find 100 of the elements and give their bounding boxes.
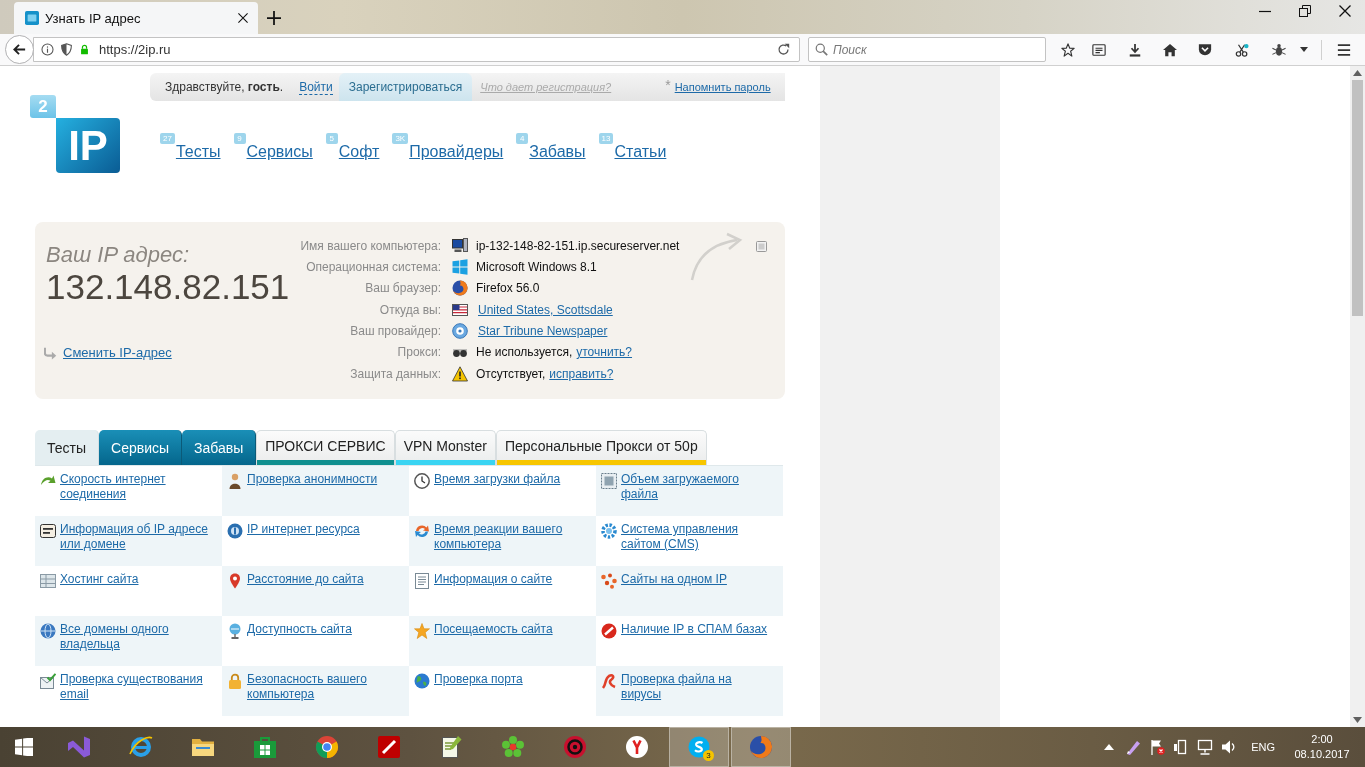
chevron-badge-icon[interactable] bbox=[1198, 42, 1212, 57]
service-link[interactable]: Все домены одного владельца bbox=[60, 622, 214, 652]
close-icon[interactable] bbox=[238, 13, 248, 23]
ring-icon bbox=[129, 735, 153, 759]
language-indicator[interactable]: ENG bbox=[1251, 741, 1275, 753]
detail-label: Операционная система: bbox=[305, 260, 441, 274]
star-icon[interactable] bbox=[1061, 42, 1075, 57]
fork-circle-icon bbox=[625, 735, 649, 759]
detail-value: Отсутствует, bbox=[476, 366, 546, 381]
tab[interactable]: Сервисы bbox=[99, 430, 183, 465]
count-badge: 27 bbox=[160, 133, 175, 144]
tiles-icon bbox=[15, 738, 33, 756]
scrollbar-track[interactable] bbox=[1350, 66, 1365, 727]
login-link[interactable]: Войти bbox=[299, 79, 333, 95]
back-icon bbox=[12, 42, 27, 57]
flag-icon[interactable] bbox=[1149, 739, 1166, 755]
browser-tab[interactable]: Узнать IP адрес bbox=[14, 2, 258, 34]
gear-icon bbox=[601, 523, 617, 539]
service-link[interactable]: Сайты на одном IP bbox=[621, 572, 727, 587]
service-link[interactable]: Проверка анонимности bbox=[247, 472, 378, 487]
home-icon[interactable] bbox=[1163, 42, 1177, 57]
dots-icon bbox=[601, 573, 617, 589]
reload-icon[interactable] bbox=[777, 43, 790, 56]
tab[interactable]: Тесты bbox=[35, 430, 100, 465]
curved-arrow-icon bbox=[689, 232, 744, 282]
lock-icon bbox=[79, 44, 90, 55]
tab[interactable]: Забавы bbox=[182, 430, 257, 465]
search-field[interactable]: Поиск bbox=[808, 37, 1046, 62]
detail-label: Ваш браузер: bbox=[364, 281, 441, 296]
detail-link[interactable]: исправить? bbox=[549, 366, 614, 381]
scrollbar-thumb[interactable] bbox=[1352, 80, 1363, 316]
document-icon bbox=[414, 573, 430, 589]
scissors-icon[interactable] bbox=[1235, 42, 1249, 57]
back-button[interactable] bbox=[5, 35, 34, 64]
service-link[interactable]: Проверка порта bbox=[434, 672, 523, 687]
download-icon[interactable] bbox=[1128, 42, 1142, 57]
register-link[interactable]: Зарегистрироваться bbox=[338, 73, 473, 101]
service-link[interactable]: Информация об IP адресе или домене bbox=[60, 522, 214, 552]
detail-value: Не используется, bbox=[476, 345, 573, 360]
logo-mark[interactable]: IP bbox=[56, 118, 120, 173]
service-link[interactable]: Расстояние до сайта bbox=[247, 572, 364, 587]
nav-link[interactable]: Тесты bbox=[175, 142, 221, 161]
scroll-up-icon[interactable] bbox=[1353, 70, 1362, 76]
service-link[interactable]: IP интернет ресурса bbox=[247, 522, 360, 537]
taskbar-button[interactable]: 3 bbox=[669, 727, 729, 767]
service-link[interactable]: Наличие IP в СПАМ базах bbox=[621, 622, 768, 637]
person-icon bbox=[227, 473, 243, 489]
nav-link[interactable]: Провайдеры bbox=[409, 142, 504, 161]
service-link[interactable]: Проверка файла на вирусы bbox=[621, 672, 775, 702]
service-link[interactable]: Проверка существования email bbox=[60, 672, 214, 702]
caret-icon[interactable] bbox=[1300, 47, 1308, 52]
info-icon[interactable] bbox=[41, 43, 54, 56]
text-box-icon[interactable] bbox=[1092, 42, 1106, 57]
detail-link[interactable]: Star Tribune Newspaper bbox=[478, 323, 608, 338]
service-link[interactable]: Объем загружаемого файла bbox=[621, 472, 775, 502]
menu-icon[interactable] bbox=[1337, 42, 1351, 57]
tab[interactable]: Персональные Прокси от 50р bbox=[495, 430, 707, 465]
nav-link[interactable]: Сервисы bbox=[246, 142, 313, 161]
network-icon[interactable] bbox=[1197, 739, 1214, 755]
site-icon bbox=[25, 11, 39, 25]
nav-link[interactable]: Статьи bbox=[614, 142, 667, 161]
restore-icon[interactable] bbox=[1299, 5, 1311, 17]
service-link[interactable]: Хостинг сайта bbox=[60, 572, 139, 587]
remind-password-link[interactable]: Напомнить пароль bbox=[674, 81, 771, 93]
ribbon-icon bbox=[67, 735, 91, 759]
padlock-icon bbox=[227, 673, 243, 689]
service-link[interactable]: Скорость интернет соединения bbox=[60, 472, 214, 502]
swirl-circle-icon bbox=[452, 280, 468, 297]
service-link[interactable]: Время реакции вашего компьютера bbox=[434, 522, 588, 552]
asterisk-mark: * bbox=[665, 77, 671, 93]
count-badge: 13 bbox=[598, 133, 614, 144]
turn-arrow-icon bbox=[44, 345, 58, 360]
bug-icon[interactable] bbox=[1272, 42, 1286, 57]
pen-icon[interactable] bbox=[1125, 739, 1142, 755]
service-link[interactable]: Время загрузки файла bbox=[434, 472, 561, 487]
nav-link[interactable]: Забавы bbox=[529, 142, 586, 161]
taskbar-button[interactable] bbox=[731, 727, 791, 767]
service-link[interactable]: Система управления сайтом (CMS) bbox=[621, 522, 775, 552]
detail-link[interactable]: уточнить? bbox=[576, 345, 633, 360]
clock-time: 2:00 bbox=[1311, 732, 1333, 747]
shield-icon[interactable] bbox=[60, 43, 73, 56]
new-tab-button[interactable] bbox=[267, 11, 281, 25]
tab[interactable]: ПРОКСИ СЕРВИС bbox=[256, 430, 395, 465]
globe-stand-icon bbox=[227, 623, 243, 639]
close-icon[interactable] bbox=[1339, 5, 1351, 17]
square-icon[interactable] bbox=[756, 241, 767, 252]
detail-link[interactable]: United States, Scottsdale bbox=[478, 302, 613, 317]
nav-link[interactable]: Софт bbox=[338, 142, 380, 161]
service-link[interactable]: Доступность сайта bbox=[247, 622, 352, 637]
plus-icon bbox=[267, 11, 281, 25]
tab[interactable]: VPN Monster bbox=[394, 430, 496, 465]
scroll-down-icon[interactable] bbox=[1353, 717, 1362, 723]
service-link[interactable]: Безопасность вашего компьютера bbox=[247, 672, 401, 702]
globe-icon bbox=[414, 673, 430, 689]
service-link[interactable]: Информация о сайте bbox=[434, 572, 553, 587]
greeting-text: Здравствуйте, гость. bbox=[165, 80, 284, 94]
change-ip-link[interactable]: Сменить IP-адрес bbox=[63, 345, 172, 360]
detail-label: Защита данных: bbox=[349, 366, 441, 381]
address-bar[interactable]: https://2ip.ru bbox=[33, 37, 800, 62]
service-link[interactable]: Посещаемость сайта bbox=[434, 622, 553, 637]
